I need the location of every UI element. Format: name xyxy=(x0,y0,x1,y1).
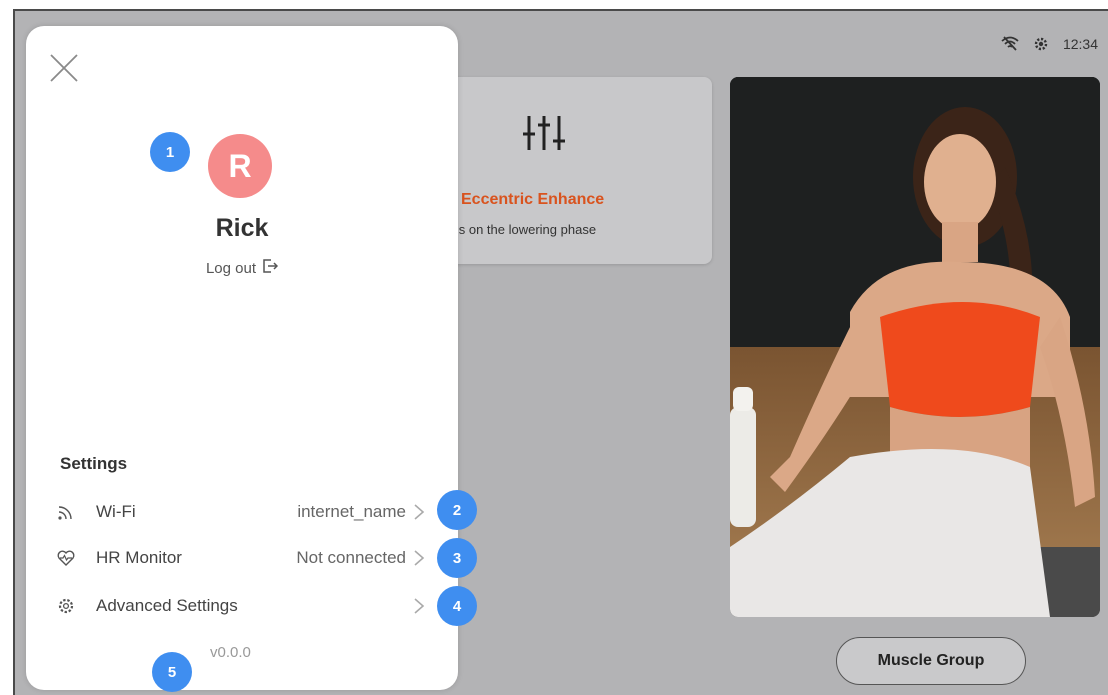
annotation-badge-3: 3 xyxy=(437,538,477,578)
annotation-badge-4: 4 xyxy=(437,586,477,626)
wifi-icon xyxy=(56,502,76,522)
chevron-right-icon xyxy=(412,503,426,521)
heart-rate-icon xyxy=(56,548,76,568)
mode-card-eccentric-enhance[interactable]: Eccentric Enhance cus on the lowering ph… xyxy=(425,77,712,264)
status-time: 12:34 xyxy=(1062,36,1098,52)
gear-icon xyxy=(56,596,76,616)
settings-title: Settings xyxy=(60,454,128,473)
chevron-right-icon xyxy=(412,549,426,567)
settings-item-value: Not connected xyxy=(296,548,406,567)
annotation-badge-5: 5 xyxy=(152,652,192,692)
app-version: v0.0.0 xyxy=(210,644,251,661)
gear-icon[interactable] xyxy=(1033,36,1049,52)
avatar: R xyxy=(208,134,272,198)
user-name: Rick xyxy=(215,214,269,242)
settings-item-advanced-settings[interactable]: Advanced Settings xyxy=(56,590,426,622)
logout-icon xyxy=(262,258,279,278)
settings-item-label: Advanced Settings xyxy=(96,596,238,615)
sliders-icon xyxy=(521,112,567,159)
annotation-badge-2: 2 xyxy=(437,490,477,530)
settings-item-label: HR Monitor xyxy=(96,548,182,567)
chevron-right-icon xyxy=(412,597,426,615)
logout-label: Log out xyxy=(205,259,257,277)
settings-item-value: internet_name xyxy=(297,502,406,521)
mode-subtitle: cus on the lowering phase xyxy=(445,222,597,237)
settings-item-hr-monitor[interactable]: HR Monitor Not connected xyxy=(56,542,426,574)
wifi-off-icon[interactable] xyxy=(1001,36,1019,52)
muscle-group-button[interactable]: Muscle Group xyxy=(836,637,1026,685)
settings-item-wifi[interactable]: Wi-Fi internet_name xyxy=(56,496,426,528)
annotation-badge-1: 1 xyxy=(150,132,190,172)
profile-panel: R Rick Log out Settings Wi-Fi internet_n… xyxy=(26,26,458,690)
close-icon[interactable] xyxy=(48,52,80,84)
settings-item-label: Wi-Fi xyxy=(96,502,136,521)
status-bar: 12:34 xyxy=(1001,36,1098,52)
workout-photo xyxy=(730,77,1100,617)
mode-title: Eccentric Enhance xyxy=(461,191,605,208)
logout-button[interactable]: Log out xyxy=(26,258,458,278)
